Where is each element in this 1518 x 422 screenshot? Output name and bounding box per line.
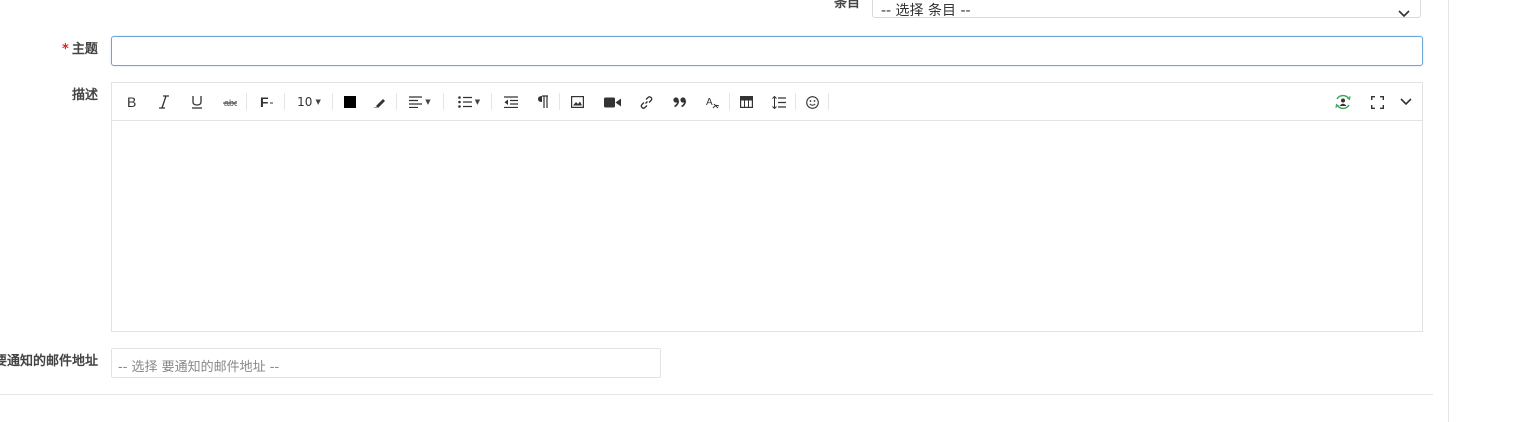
italic-icon[interactable] — [156, 92, 172, 112]
link-icon[interactable] — [638, 92, 654, 112]
notify-emails-select[interactable]: -- 选择 要通知的邮件地址 -- — [111, 348, 661, 378]
text-color-icon[interactable] — [342, 92, 358, 112]
caret-down-icon: ▼ — [315, 98, 321, 106]
toolbar-separator — [729, 93, 730, 110]
font-size-value: 10 — [297, 95, 313, 109]
subject-label: * 主题 — [62, 38, 98, 57]
list-icon — [457, 96, 472, 108]
outdent-icon[interactable] — [503, 92, 519, 112]
highlight-icon[interactable] — [372, 92, 388, 112]
more-icon[interactable] — [1398, 92, 1414, 112]
clear-format-icon[interactable]: A — [705, 92, 721, 112]
subject-input[interactable] — [111, 36, 1423, 66]
bold-icon[interactable]: B — [124, 92, 140, 112]
font-size-dropdown[interactable]: 10 ▼ — [295, 92, 323, 112]
toolbar-separator — [332, 93, 333, 110]
chevron-down-icon — [1398, 3, 1410, 22]
vertical-divider — [1448, 0, 1449, 422]
strikethrough-icon[interactable]: abc — [222, 92, 238, 112]
preview-icon[interactable] — [1333, 92, 1353, 112]
toolbar-separator — [559, 93, 560, 110]
align-dropdown[interactable]: ▼ — [405, 92, 435, 112]
required-mark: * — [62, 42, 69, 57]
table-icon[interactable] — [738, 92, 754, 112]
toolbar-separator — [795, 93, 796, 110]
paragraph-icon[interactable] — [535, 92, 551, 112]
caret-down-icon: ▼ — [474, 98, 481, 106]
svg-text:B: B — [127, 95, 136, 109]
list-dropdown[interactable]: ▼ — [454, 92, 484, 112]
divider — [0, 394, 1433, 395]
align-icon — [409, 96, 423, 108]
font-family-icon[interactable]: F — [258, 92, 276, 112]
rich-text-editor: B abc F 10 ▼ ▼ ▼ A — [111, 82, 1423, 332]
description-label: 描述 — [72, 88, 99, 103]
caret-down-icon: ▼ — [425, 98, 431, 106]
fullscreen-icon[interactable] — [1369, 92, 1385, 112]
editor-content-area[interactable] — [112, 121, 1422, 331]
toolbar-separator — [491, 93, 492, 110]
svg-text:F: F — [260, 95, 269, 109]
category-label: 条目 — [834, 0, 861, 11]
emoji-icon[interactable] — [804, 92, 820, 112]
video-icon[interactable] — [602, 92, 622, 112]
category-select[interactable]: -- 选择 条目 -- — [872, 0, 1421, 19]
toolbar-separator — [396, 93, 397, 110]
image-icon[interactable] — [569, 92, 585, 112]
quote-icon[interactable] — [672, 92, 688, 112]
line-height-icon[interactable] — [771, 92, 787, 112]
notify-emails-placeholder: -- 选择 要通知的邮件地址 -- — [118, 360, 280, 375]
toolbar-separator — [246, 93, 247, 110]
underline-icon[interactable] — [189, 92, 205, 112]
svg-text:A: A — [706, 97, 713, 108]
toolbar-separator — [443, 93, 444, 110]
toolbar-separator — [828, 93, 829, 110]
notify-emails-label: 要通知的邮件地址 — [0, 354, 99, 369]
category-select-value: -- 选择 条目 -- — [881, 3, 971, 19]
toolbar-separator — [284, 93, 285, 110]
editor-toolbar: B abc F 10 ▼ ▼ ▼ A — [112, 83, 1422, 121]
subject-label-text: 主题 — [71, 42, 98, 57]
